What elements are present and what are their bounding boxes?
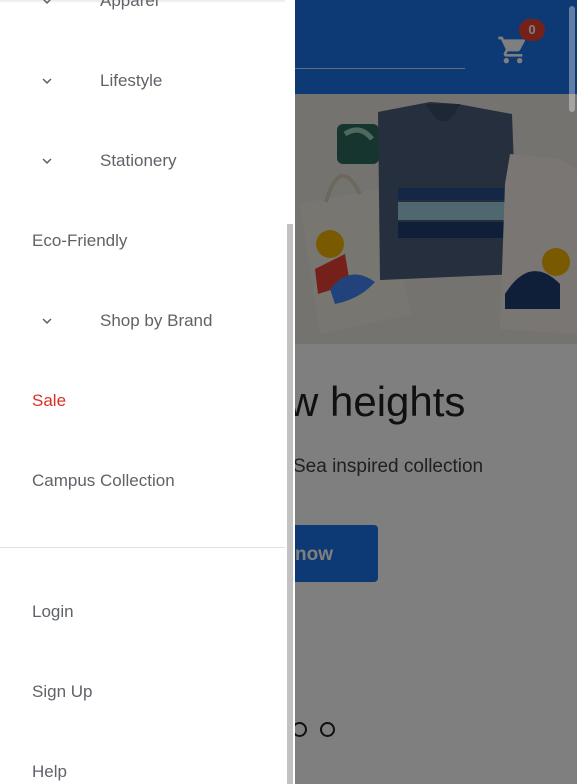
nav-item-label: Apparel bbox=[100, 0, 159, 10]
page-scrollbar[interactable] bbox=[567, 0, 577, 784]
navigation-drawer: Apparel Lifestyle Stationery Eco-Friendl… bbox=[0, 0, 295, 784]
nav-item-label: Stationery bbox=[100, 151, 177, 170]
nav-item-sale[interactable]: Sale bbox=[0, 362, 285, 442]
chevron-down-icon[interactable] bbox=[38, 152, 56, 170]
nav-item-label: Lifestyle bbox=[100, 71, 163, 90]
nav-item-stationery[interactable]: Stationery bbox=[0, 122, 285, 202]
chevron-down-icon[interactable] bbox=[38, 0, 56, 10]
nav-item-eco-friendly[interactable]: Eco-Friendly bbox=[0, 202, 285, 282]
chevron-down-icon[interactable] bbox=[38, 72, 56, 90]
drawer-scrollbar-thumb[interactable] bbox=[287, 224, 293, 784]
chevron-down-icon[interactable] bbox=[38, 312, 56, 330]
nav-item-campus-collection[interactable]: Campus Collection bbox=[0, 442, 285, 522]
nav-item-label: Sign Up bbox=[32, 682, 93, 701]
nav-item-label: Campus Collection bbox=[32, 471, 175, 490]
nav-item-label: Login bbox=[32, 602, 74, 621]
nav-item-login[interactable]: Login bbox=[0, 573, 285, 653]
nav-item-label: Shop by Brand bbox=[100, 311, 213, 330]
drawer-divider bbox=[0, 547, 285, 548]
nav-item-shop-by-brand[interactable]: Shop by Brand bbox=[0, 282, 285, 362]
page-scrollbar-thumb[interactable] bbox=[569, 6, 575, 112]
nav-item-label: Eco-Friendly bbox=[32, 231, 128, 250]
drawer-scrollbar[interactable] bbox=[285, 0, 295, 784]
nav-item-sign-up[interactable]: Sign Up bbox=[0, 653, 285, 733]
nav-item-help[interactable]: Help bbox=[0, 733, 285, 784]
nav-item-apparel[interactable]: Apparel bbox=[0, 0, 285, 42]
nav-item-lifestyle[interactable]: Lifestyle bbox=[0, 42, 285, 122]
nav-item-label: Help bbox=[32, 762, 67, 781]
nav-item-label: Sale bbox=[32, 391, 67, 410]
